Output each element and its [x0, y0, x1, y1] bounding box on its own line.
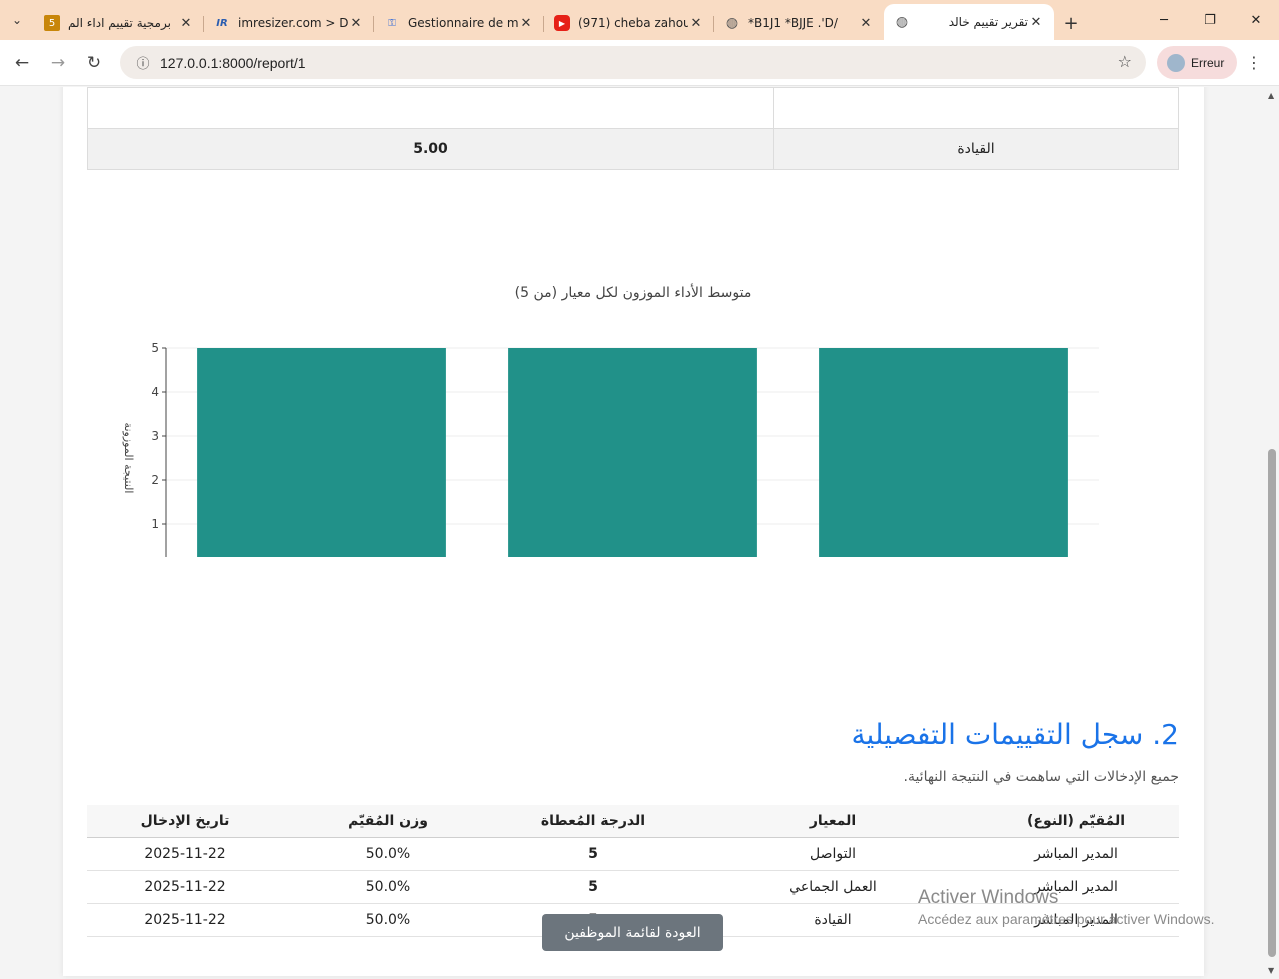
tab-favicon-icon: ⚿	[388, 17, 396, 29]
tab-favicon-icon: ◍	[725, 15, 739, 31]
menu-kebab-icon[interactable]: ⋮	[1246, 53, 1262, 72]
y-axis-label: النتيجة الموزونة	[122, 423, 135, 494]
new-tab-button[interactable]: +	[1054, 6, 1088, 40]
close-icon: ✕	[1250, 12, 1262, 28]
col-header-score: الدرجة المُعطاة	[493, 805, 693, 838]
date-cell: 2025-11-22	[87, 837, 283, 871]
col-header-criterion: المعيار	[693, 805, 973, 838]
col-header-date: تاريخ الإدخال	[87, 805, 283, 838]
close-icon[interactable]: ✕	[688, 16, 704, 31]
site-info-icon[interactable]: ⓘ	[128, 53, 158, 72]
restore-icon: ❐	[1204, 12, 1216, 28]
y-tick-label: 2	[151, 473, 159, 487]
scroll-down-icon[interactable]: ▼	[1268, 966, 1274, 975]
performance-chart: متوسط الأداء الموزون لكل معيار (من 5)012…	[83, 177, 1143, 623]
back-to-employees-button[interactable]: العودة لقائمة الموظفين	[542, 914, 723, 951]
plus-icon: +	[1063, 12, 1079, 34]
tab-strip: ⌄ 5 برمجية تقييم اداء الم ✕ IR imresizer…	[0, 0, 1279, 40]
tab-title: imresizer.com > Do	[238, 16, 348, 30]
y-tick-label: 3	[151, 429, 159, 443]
scroll-up-icon[interactable]: ▲	[1268, 91, 1274, 100]
score-cell: 5.00	[87, 128, 774, 170]
y-tick-label: 5	[151, 341, 159, 355]
restore-button[interactable]: ❐	[1187, 0, 1233, 40]
criterion-cell	[773, 87, 1179, 129]
tab-favicon-icon: ▶	[554, 15, 570, 31]
section-title: 2. سجل التقييمات التفصيلية	[851, 718, 1179, 751]
weight-cell: 50.0%	[283, 903, 493, 937]
chevron-down-icon: ⌄	[11, 13, 23, 27]
score-cell	[87, 87, 774, 129]
page-viewport: القيادة 5.00 متوسط الأداء الموزون لكل مع…	[0, 87, 1279, 979]
reload-button[interactable]: ↻	[79, 48, 109, 78]
tab-favicon-icon: ◍	[895, 14, 909, 30]
arrow-left-icon: ←	[14, 53, 30, 73]
score-cell: 5	[493, 837, 693, 871]
forward-nav-button[interactable]: →	[43, 48, 73, 78]
reload-icon: ↻	[86, 53, 102, 73]
bar-chart-svg: متوسط الأداء الموزون لكل معيار (من 5)012…	[122, 283, 1099, 623]
weight-cell: 50.0%	[283, 870, 493, 904]
table-row: القيادة 5.00	[87, 128, 1179, 170]
y-tick-label: 1	[151, 517, 159, 531]
score-cell: 5	[493, 870, 693, 904]
tab-title: Gestionnaire de m	[408, 16, 518, 30]
tab-title: برمجية تقييم اداء الم	[68, 16, 171, 30]
tab-favicon-icon: 5	[44, 15, 60, 31]
minimize-button[interactable]: ─	[1141, 0, 1187, 40]
table-header-row: المُقيّم (النوع) المعيار الدرجة المُعطاة…	[87, 805, 1179, 838]
address-bar[interactable]: ⓘ 127.0.0.1:8000/report/1 ☆	[120, 46, 1146, 79]
col-header-weight: وزن المُقيّم	[283, 805, 493, 838]
close-icon[interactable]: ✕	[518, 16, 534, 31]
table-row	[87, 87, 1179, 129]
tab-title: (971) cheba zahou	[578, 16, 688, 30]
browser-tab[interactable]: ◍ *B1J1 *BJJE .'D/ ✕	[714, 6, 884, 40]
profile-button[interactable]: Erreur	[1157, 46, 1237, 79]
close-window-button[interactable]: ✕	[1233, 0, 1279, 40]
col-header-evaluator: المُقيّم (النوع)	[973, 805, 1179, 838]
chart-title: متوسط الأداء الموزون لكل معيار (من 5)	[515, 283, 752, 301]
section-subtitle: جميع الإدخالات التي ساهمت في النتيجة الن…	[903, 769, 1180, 785]
table-row: المدير المباشر التواصل 5 50.0% 2025-11-2…	[87, 837, 1179, 871]
watermark-line-2: Accédez aux paramètres pour activer Wind…	[918, 911, 1215, 927]
browser-tab-active[interactable]: ◍ تقرير تقييم خالد ✕	[884, 4, 1054, 40]
report-card: القيادة 5.00 متوسط الأداء الموزون لكل مع…	[63, 87, 1204, 976]
close-icon[interactable]: ✕	[858, 16, 874, 31]
criterion-cell: التواصل	[693, 837, 973, 871]
watermark-line-1: Activer Windows	[918, 887, 1059, 908]
close-icon[interactable]: ✕	[348, 16, 364, 31]
evaluator-cell: المدير المباشر	[973, 837, 1179, 871]
y-tick-label: 4	[151, 385, 159, 399]
chart-bar	[197, 348, 446, 568]
page-scrollbar[interactable]: ▲ ▼	[1265, 87, 1279, 979]
tab-title: *B1J1 *BJJE .'D/	[748, 16, 838, 30]
date-cell: 2025-11-22	[87, 903, 283, 937]
browser-tab[interactable]: ⚿ Gestionnaire de m ✕	[374, 6, 544, 40]
date-cell: 2025-11-22	[87, 870, 283, 904]
browser-tab[interactable]: 5 برمجية تقييم اداء الم ✕	[34, 6, 204, 40]
chart-bar	[508, 348, 757, 568]
minimize-icon: ─	[1160, 12, 1168, 28]
avatar	[1167, 53, 1185, 72]
bookmark-star-icon[interactable]: ☆	[1118, 52, 1132, 71]
weight-cell: 50.0%	[283, 837, 493, 871]
criterion-cell: القيادة	[773, 128, 1179, 170]
windows-activation-watermark: Activer Windows Accédez aux paramètres p…	[918, 887, 1214, 927]
url-text: 127.0.0.1:8000/report/1	[160, 54, 306, 71]
browser-tab[interactable]: ▶ (971) cheba zahou ✕	[544, 6, 714, 40]
scrollbar-thumb[interactable]	[1268, 449, 1276, 957]
tab-favicon-icon: IR	[216, 17, 228, 29]
score-summary-table: القيادة 5.00	[87, 87, 1179, 170]
browser-tab[interactable]: IR imresizer.com > Do ✕	[204, 6, 374, 40]
close-icon[interactable]: ✕	[178, 16, 194, 31]
arrow-right-icon: →	[50, 53, 66, 73]
tab-title: تقرير تقييم خالد	[948, 15, 1028, 29]
profile-label: Erreur	[1191, 55, 1225, 70]
tab-search-button[interactable]: ⌄	[0, 0, 34, 40]
chart-bar	[819, 348, 1068, 568]
close-icon[interactable]: ✕	[1028, 15, 1044, 30]
back-nav-button[interactable]: ←	[7, 48, 37, 78]
browser-toolbar: ← → ↻ ⓘ 127.0.0.1:8000/report/1 ☆ Erreur…	[0, 40, 1279, 86]
